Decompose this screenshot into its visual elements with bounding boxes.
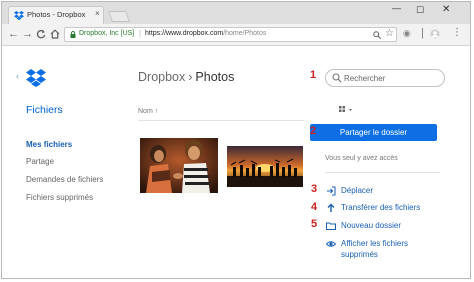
browser-window: Photos - Dropbox × — ☐ ✕ ← → Dropbox, In… [1,1,471,279]
name-column-header[interactable]: Nom ↑ [138,108,158,115]
menu-icon[interactable]: ⋮ [452,27,462,38]
vertical-separator-icon: | [421,27,424,39]
new-folder-label: Nouveau dossier [341,221,402,230]
home-icon[interactable] [50,29,60,39]
url-host: https://www.dropbox.com [145,30,224,37]
photo-thumbnail-friends[interactable] [140,138,218,193]
annotation-step-1: 1 [310,69,317,81]
sidebar-item-deleted-files[interactable]: Fichiers supprimés [26,193,93,202]
url-path: /home/Photos [223,30,267,37]
tab-close-icon[interactable]: × [95,9,100,18]
eye-icon [326,241,336,247]
dropbox-logo-icon[interactable] [26,69,46,87]
browser-tab[interactable]: Photos - Dropbox × [8,6,104,24]
dropbox-favicon-icon [14,11,24,20]
annotation-step-5: 5 [311,218,318,230]
column-label: Nom [138,108,153,115]
url-separator: | [139,29,142,38]
upload-files-label: Transférer des fichiers [341,203,421,212]
grid-view-toggle-icon[interactable] [339,106,353,114]
upload-icon [327,203,335,212]
chevron-left-icon[interactable]: ‹ [16,71,19,81]
show-deleted-files-label: Afficher les fichiers [341,239,408,248]
divider [325,172,440,173]
minimize-button[interactable]: — [392,3,401,13]
lock-icon [70,31,76,38]
profile-icon[interactable] [430,29,440,39]
breadcrumb-separator: › [188,70,193,84]
annotation-step-4: 4 [311,201,318,213]
divider [138,120,304,121]
back-arrow-icon[interactable]: ← [8,28,19,40]
extension-icon[interactable]: ◉ [403,28,411,39]
maximize-button[interactable]: ☐ [416,5,424,16]
breadcrumb: Dropbox › Photos [138,70,234,84]
move-icon [327,186,336,196]
annotation-step-3: 3 [311,183,318,195]
sidebar-item-file-requests[interactable]: Demandes de fichiers [26,175,103,184]
sidebar-item-sharing[interactable]: Partage [26,157,54,166]
access-info-text: Vous seul y avez accès [325,155,398,162]
annotation-step-2: 2 [310,125,317,137]
tab-title: Photos - Dropbox [27,10,86,19]
sidebar-heading[interactable]: Fichiers [26,104,63,116]
zoom-icon[interactable] [373,31,381,39]
navigation-bar: ← → Dropbox, Inc [US] | https://www.drop… [2,24,470,46]
move-label: Déplacer [341,186,374,195]
show-deleted-files-label-line2: supprimés [341,250,378,259]
address-bar[interactable]: Dropbox, Inc [US] | https://www.dropbox.… [64,27,397,42]
forward-arrow-icon[interactable]: → [22,28,33,40]
close-window-button[interactable]: ✕ [442,4,450,15]
reload-icon[interactable] [36,29,46,39]
page-title: Photos [195,70,235,84]
search-box[interactable] [325,69,445,87]
search-input[interactable] [344,72,439,84]
folder-icon [326,222,336,230]
sort-arrow-icon: ↑ [154,108,159,115]
search-icon [332,73,342,83]
sidebar-item-my-files[interactable]: Mes fichiers [26,140,72,149]
share-folder-button[interactable]: Partager le dossier [310,124,437,141]
breadcrumb-root[interactable]: Dropbox [138,70,185,84]
site-identity: Dropbox, Inc [US] [79,30,135,37]
new-tab-button[interactable] [107,11,131,22]
tab-bar: Photos - Dropbox × — ☐ ✕ [2,2,470,24]
photo-thumbnail-sunset[interactable] [227,146,303,187]
url-text[interactable]: https://www.dropbox.com/home/Photos [145,30,266,37]
bookmark-star-icon[interactable]: ☆ [385,28,394,39]
